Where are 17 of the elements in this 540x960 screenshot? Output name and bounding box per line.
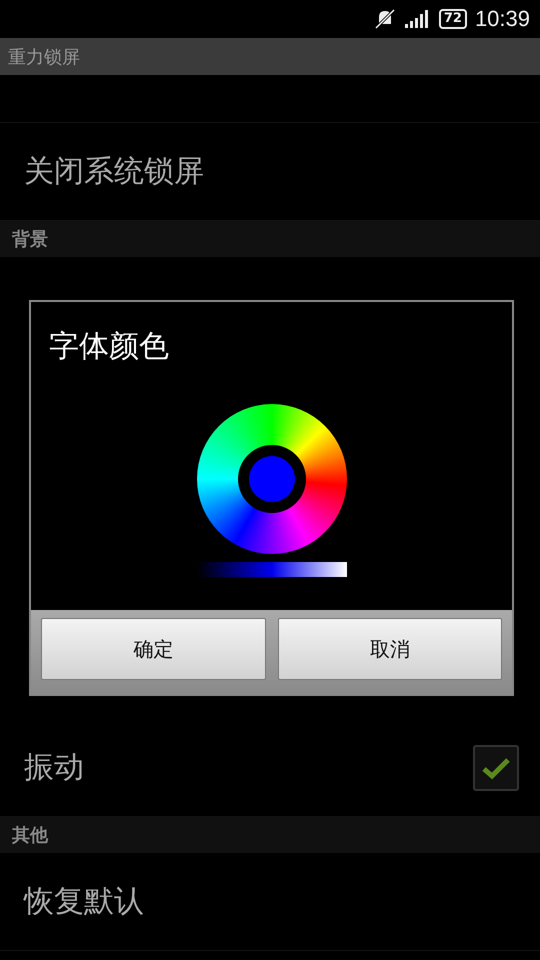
section-header: 背景 xyxy=(12,228,48,251)
battery-icon: 72 xyxy=(438,9,467,29)
section-header: 其他 xyxy=(12,824,48,847)
mute-icon xyxy=(372,8,397,30)
dialog-button[interactable]: 确定 xyxy=(41,618,266,680)
check-mark-icon xyxy=(481,756,511,780)
settings-item[interactable]: 关闭系统锁屏 xyxy=(24,151,204,192)
checkbox[interactable] xyxy=(473,744,519,790)
dialog-button[interactable]: 取消 xyxy=(278,618,502,680)
selected-color-swatch xyxy=(248,456,294,502)
section-header: 重力锁屏 xyxy=(8,46,80,68)
settings-item[interactable]: 振动 xyxy=(24,747,84,788)
signal-icon xyxy=(404,10,431,28)
clock: 10:39 xyxy=(474,6,530,32)
dialog-title: 字体颜色 xyxy=(48,328,170,366)
brightness-bar[interactable] xyxy=(196,562,346,577)
settings-item[interactable]: 恢复默认 xyxy=(24,881,144,922)
